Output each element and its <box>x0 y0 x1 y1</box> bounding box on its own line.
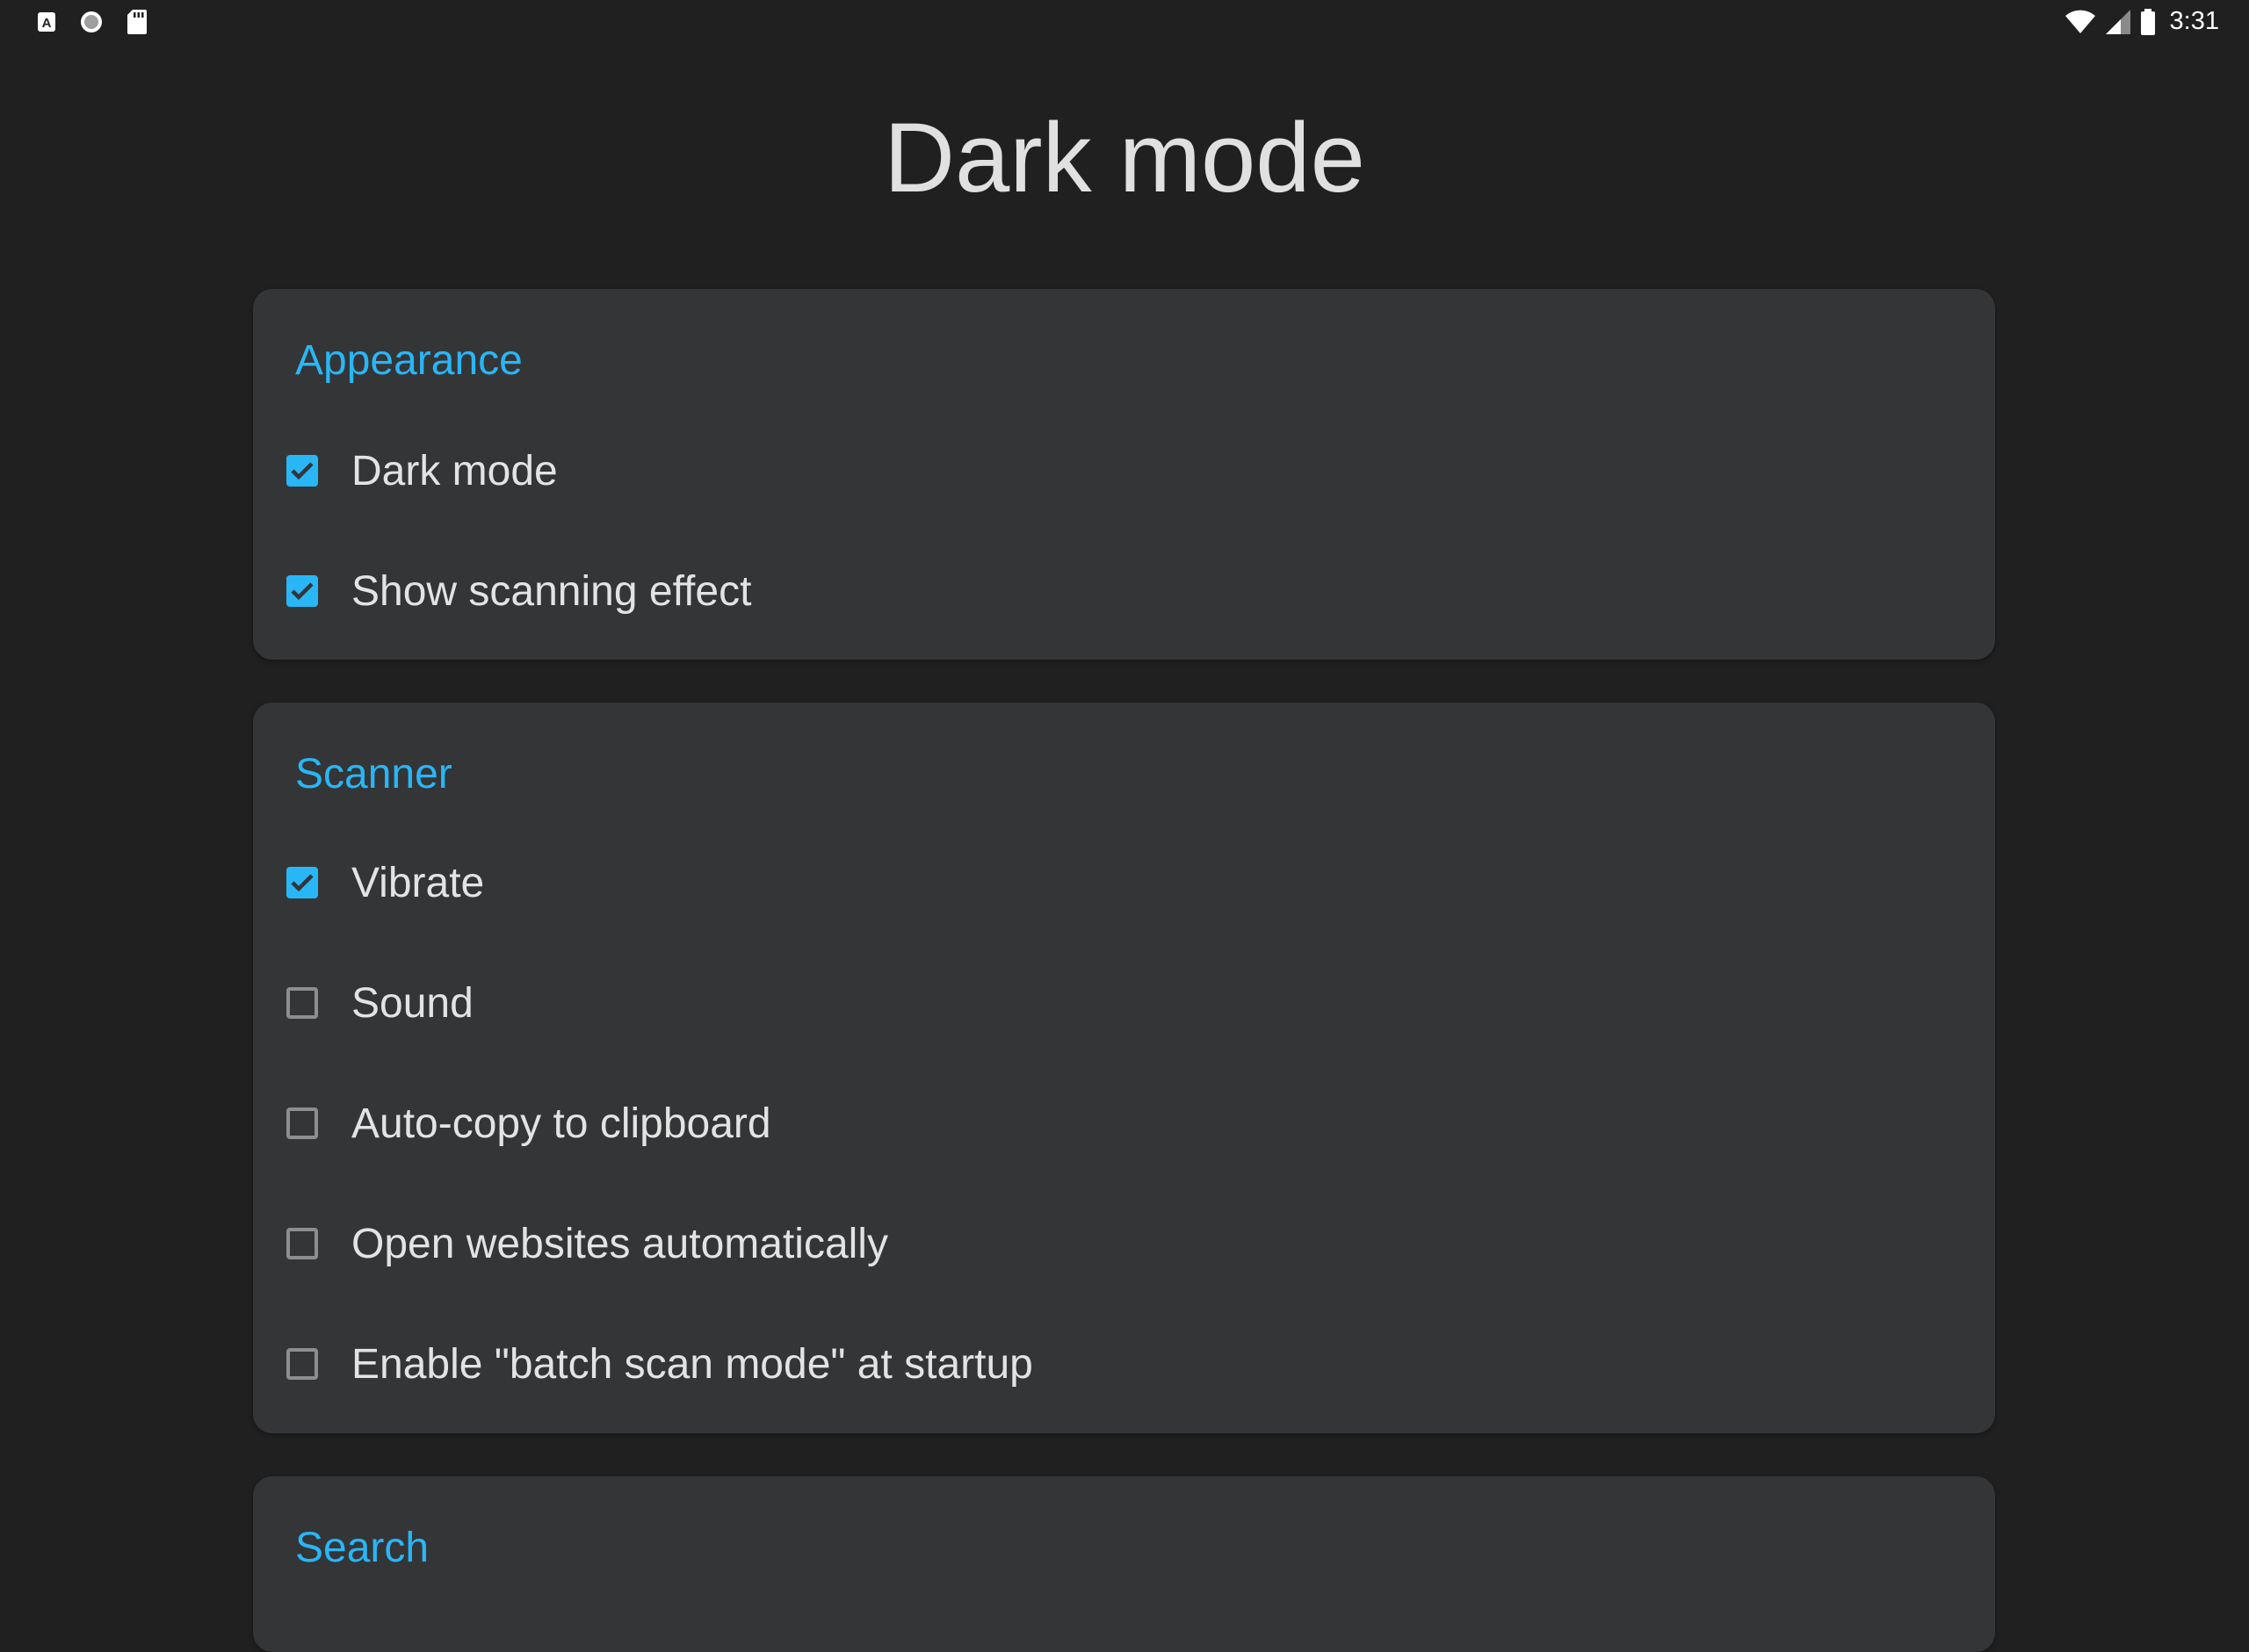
pref-sound[interactable]: Sound <box>253 955 1995 1051</box>
vibrate-checkbox[interactable] <box>286 867 318 898</box>
checkmark-icon <box>291 582 314 601</box>
sound-checkbox[interactable] <box>286 987 318 1019</box>
show-scanning-effect-label: Show scanning effect <box>351 567 752 615</box>
pref-open-websites[interactable]: Open websites automatically <box>253 1195 1995 1292</box>
status-bar: A 3:31 <box>0 0 2249 44</box>
status-bar-system: 3:31 <box>2065 7 2219 36</box>
checkmark-icon <box>291 462 314 480</box>
pref-dark-mode[interactable]: Dark mode <box>253 422 1995 519</box>
pref-batch-scan-mode[interactable]: Enable "batch scan mode" at startup <box>253 1316 1995 1412</box>
pref-vibrate[interactable]: Vibrate <box>253 834 1995 931</box>
sound-label: Sound <box>351 979 474 1027</box>
page-title: Dark mode <box>884 103 1365 213</box>
batch-scan-label: Enable "batch scan mode" at startup <box>351 1340 1033 1388</box>
a-notification-icon: A <box>37 11 56 33</box>
search-section-card: Search <box>253 1476 1995 1652</box>
appearance-section-card: Appearance Dark mode Show scanning effec… <box>253 289 1995 660</box>
open-websites-label: Open websites automatically <box>351 1220 888 1267</box>
checkmark-icon <box>291 874 314 892</box>
section-title-appearance: Appearance <box>295 337 523 384</box>
circle-notification-icon <box>79 10 104 34</box>
open-websites-checkbox[interactable] <box>286 1228 318 1259</box>
auto-copy-checkbox[interactable] <box>286 1107 318 1139</box>
battery-icon <box>2140 8 2156 35</box>
vibrate-label: Vibrate <box>351 859 485 906</box>
batch-scan-checkbox[interactable] <box>286 1348 318 1380</box>
cell-signal-icon <box>2105 9 2131 35</box>
auto-copy-label: Auto-copy to clipboard <box>351 1100 771 1147</box>
scanner-section-card: Scanner Vibrate Sound Auto-copy to clipb… <box>253 703 1995 1433</box>
dark-mode-label: Dark mode <box>351 447 558 494</box>
svg-text:A: A <box>42 16 52 31</box>
pref-show-scanning-effect[interactable]: Show scanning effect <box>253 543 1995 639</box>
dark-mode-checkbox[interactable] <box>286 455 318 487</box>
section-title-scanner: Scanner <box>295 751 452 797</box>
sd-card-icon <box>127 9 148 35</box>
clock-time: 3:31 <box>2169 7 2219 35</box>
status-bar-notifications: A <box>37 9 148 35</box>
section-title-search: Search <box>295 1525 430 1571</box>
wifi-icon <box>2065 9 2096 35</box>
show-scanning-effect-checkbox[interactable] <box>286 575 318 607</box>
pref-auto-copy-clipboard[interactable]: Auto-copy to clipboard <box>253 1075 1995 1172</box>
